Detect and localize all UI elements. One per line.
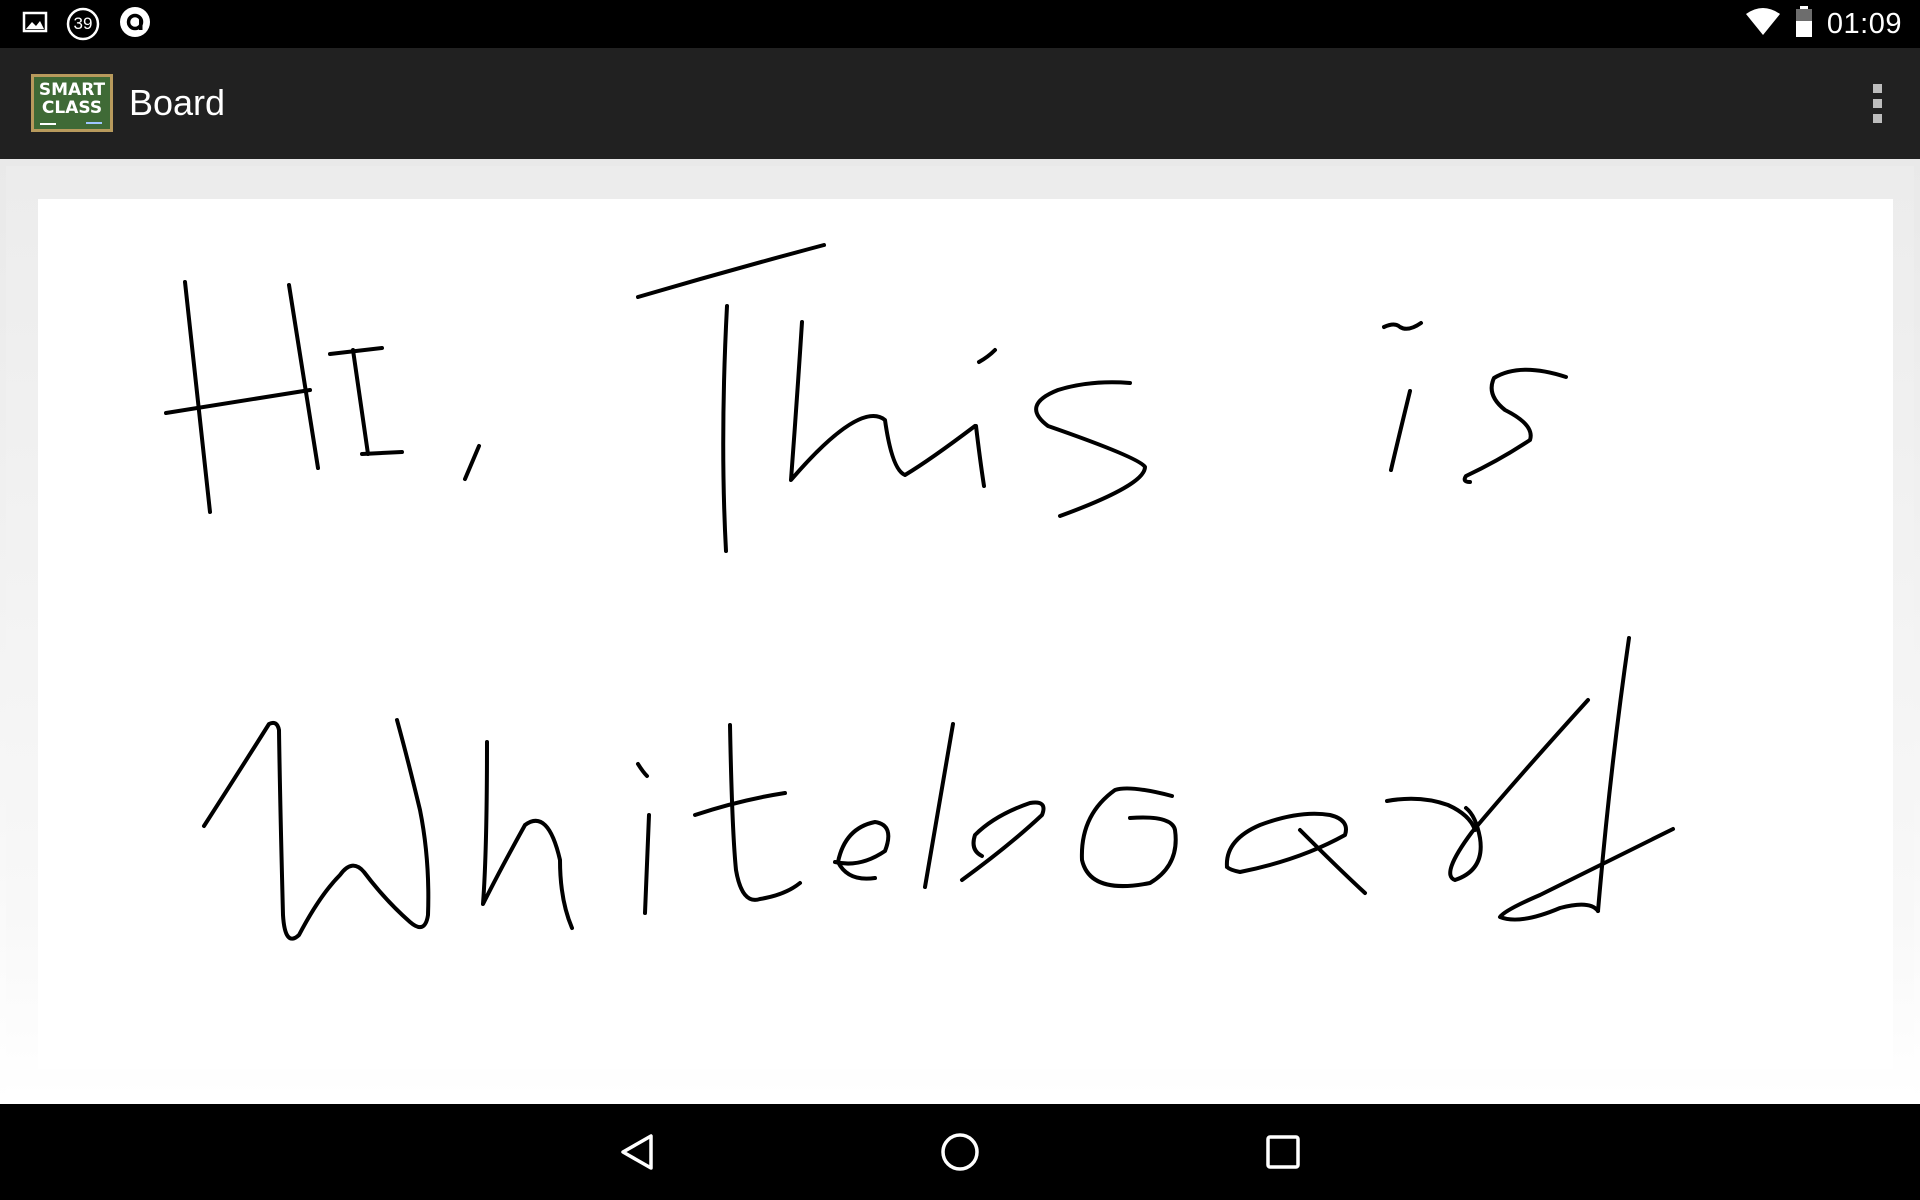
chalk-mark-blue [86, 122, 102, 124]
handwritten-line-1 [164, 243, 1568, 553]
back-icon [621, 1134, 653, 1170]
notification-count-icon: 39 [66, 7, 100, 41]
status-left-icons: 39 [22, 6, 152, 41]
notification-count: 39 [73, 14, 93, 33]
status-right-icons: 01:09 [1745, 0, 1902, 48]
navigation-bar [0, 1104, 1920, 1200]
overflow-menu-button[interactable] [1854, 78, 1898, 130]
battery-icon [1795, 5, 1813, 43]
logo-text-line2: CLASS [41, 98, 103, 118]
board-frame [6, 166, 1914, 1098]
recents-icon [1266, 1135, 1300, 1169]
image-notification-icon [22, 10, 48, 39]
overflow-dot-icon [1873, 114, 1882, 123]
whiteboard-canvas[interactable] [38, 199, 1893, 1069]
back-button[interactable] [607, 1124, 667, 1180]
home-icon [941, 1133, 979, 1171]
wifi-icon [1745, 7, 1781, 41]
recents-button[interactable] [1253, 1124, 1313, 1180]
app-logo: SMART CLASS [31, 74, 113, 132]
home-button[interactable] [930, 1124, 990, 1180]
action-bar: SMART CLASS Board [0, 48, 1920, 159]
clock: 01:09 [1826, 7, 1902, 40]
board-area [0, 159, 1920, 1104]
app-notification-icon [118, 5, 152, 44]
overflow-dot-icon [1873, 84, 1882, 93]
logo-text-line1: SMART [38, 80, 106, 100]
status-bar: 39 01:09 [0, 0, 1920, 48]
handwriting-ink [164, 243, 1675, 941]
handwritten-line-2 [202, 636, 1675, 941]
overflow-dot-icon [1873, 99, 1882, 108]
page-title: Board [129, 82, 226, 123]
chalk-mark [40, 123, 56, 125]
